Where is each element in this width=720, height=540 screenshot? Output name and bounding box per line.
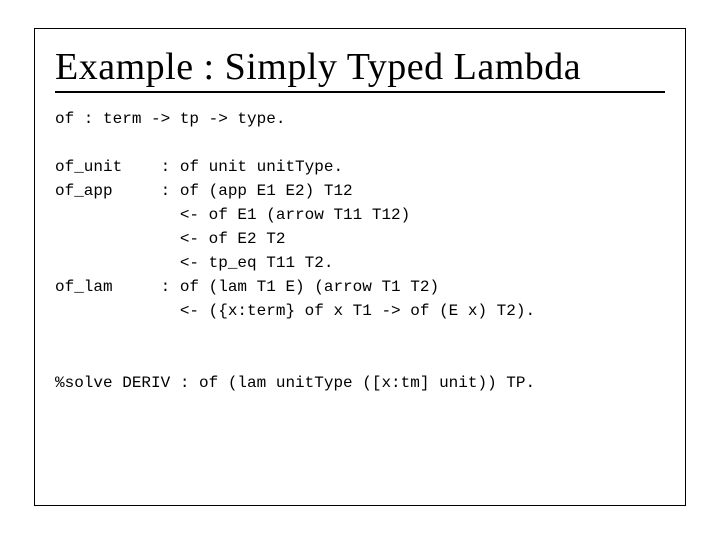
code-line: <- ({x:term} of x T1 -> of (E x) T2). (55, 302, 535, 320)
code-line: of : term -> tp -> type. (55, 110, 285, 128)
code-line: of_app : of (app E1 E2) T12 (55, 182, 353, 200)
code-line: <- of E1 (arrow T11 T12) (55, 206, 410, 224)
code-line: <- tp_eq T11 T2. (55, 254, 333, 272)
code-line: %solve DERIV : of (lam unitType ([x:tm] … (55, 374, 535, 392)
code-block: of : term -> tp -> type. of_unit : of un… (55, 107, 665, 395)
code-line: <- of E2 T2 (55, 230, 285, 248)
slide-title: Example : Simply Typed Lambda (55, 45, 665, 93)
slide: Example : Simply Typed Lambda of : term … (0, 0, 720, 540)
code-line: of_unit : of unit unitType. (55, 158, 343, 176)
slide-frame: Example : Simply Typed Lambda of : term … (34, 28, 686, 506)
code-line: of_lam : of (lam T1 E) (arrow T1 T2) (55, 278, 439, 296)
